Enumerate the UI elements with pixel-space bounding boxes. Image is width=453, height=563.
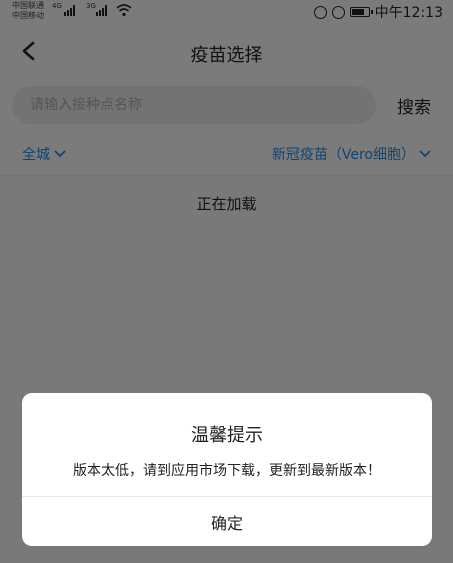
dialog-message: 版本太低，请到应用市场下载，更新到最新版本！ bbox=[73, 463, 381, 479]
alert-dialog: 温馨提示 版本太低，请到应用市场下载，更新到最新版本！ 确定 bbox=[22, 393, 432, 546]
dialog-title: 温馨提示 bbox=[191, 425, 263, 446]
confirm-button[interactable]: 确定 bbox=[22, 497, 432, 546]
